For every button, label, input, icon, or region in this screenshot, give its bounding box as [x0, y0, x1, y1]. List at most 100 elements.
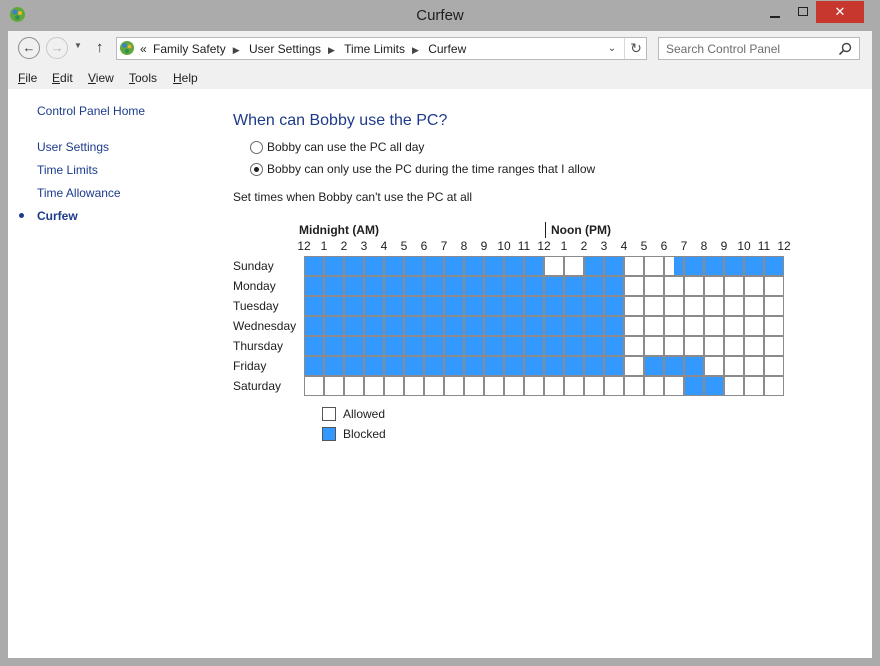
time-cell[interactable] [424, 376, 444, 396]
time-cell[interactable] [424, 336, 444, 356]
time-cell[interactable] [704, 276, 724, 296]
time-cell[interactable] [444, 316, 464, 336]
time-cell[interactable] [424, 256, 444, 276]
close-button[interactable]: ✕ [816, 1, 864, 23]
time-cell[interactable] [384, 256, 404, 276]
time-cell[interactable] [584, 256, 604, 276]
time-cell[interactable] [544, 296, 564, 316]
time-cell[interactable] [644, 376, 664, 396]
time-cell[interactable] [544, 336, 564, 356]
breadcrumb-chevron-icon[interactable]: ▶ [233, 45, 240, 55]
breadcrumb-overflow[interactable]: « [140, 42, 147, 56]
menu-file[interactable]: File [18, 71, 37, 85]
time-cell[interactable] [584, 376, 604, 396]
time-cell[interactable] [464, 336, 484, 356]
sidebar-control-panel-home[interactable]: Control Panel Home [37, 104, 145, 118]
time-cell[interactable] [444, 256, 464, 276]
radio-time-ranges[interactable] [250, 163, 263, 176]
time-cell[interactable] [564, 336, 584, 356]
time-cell[interactable] [604, 296, 624, 316]
time-cell[interactable] [344, 356, 364, 376]
time-cell[interactable] [304, 356, 324, 376]
time-cell[interactable] [724, 276, 744, 296]
time-cell[interactable] [544, 316, 564, 336]
time-cell[interactable] [304, 316, 324, 336]
time-cell[interactable] [344, 296, 364, 316]
time-cell[interactable] [684, 356, 704, 376]
refresh-button[interactable]: ↻ [624, 38, 647, 59]
time-cell[interactable] [584, 296, 604, 316]
time-cell[interactable] [344, 276, 364, 296]
time-cell[interactable] [624, 336, 644, 356]
breadcrumb-time-limits[interactable]: Time Limits [344, 42, 405, 56]
time-cell[interactable] [484, 336, 504, 356]
time-cell[interactable] [364, 296, 384, 316]
time-cell[interactable] [624, 316, 644, 336]
time-cell[interactable] [584, 336, 604, 356]
time-cell[interactable] [664, 336, 684, 356]
time-cell[interactable] [664, 356, 684, 376]
time-cell[interactable] [404, 336, 424, 356]
time-cell[interactable] [704, 296, 724, 316]
time-cell[interactable] [484, 356, 504, 376]
time-cell[interactable] [644, 336, 664, 356]
time-cell[interactable] [344, 256, 364, 276]
time-cell[interactable] [664, 316, 684, 336]
time-cell[interactable] [604, 276, 624, 296]
time-cell[interactable] [724, 336, 744, 356]
sidebar-item-time-limits[interactable]: Time Limits [37, 163, 98, 177]
time-cell[interactable] [324, 256, 344, 276]
time-cell[interactable] [404, 376, 424, 396]
time-cell[interactable] [524, 256, 544, 276]
time-cell[interactable] [324, 296, 344, 316]
time-cell[interactable] [464, 316, 484, 336]
time-cell[interactable] [304, 376, 324, 396]
time-cell[interactable] [684, 256, 704, 276]
time-cell[interactable] [484, 276, 504, 296]
time-cell[interactable] [684, 296, 704, 316]
time-cell[interactable] [624, 276, 644, 296]
breadcrumb-chevron-icon[interactable]: ▶ [328, 45, 335, 55]
time-cell[interactable] [744, 336, 764, 356]
breadcrumb-curfew[interactable]: Curfew [428, 42, 466, 56]
time-cell[interactable] [584, 356, 604, 376]
time-cell[interactable] [604, 336, 624, 356]
time-cell[interactable] [504, 336, 524, 356]
time-cell[interactable] [364, 376, 384, 396]
time-cell[interactable] [564, 356, 584, 376]
time-cell[interactable] [744, 376, 764, 396]
address-bar[interactable]: « Family Safety ▶ User Settings ▶ Time Lim… [116, 37, 647, 60]
time-cell[interactable] [344, 336, 364, 356]
back-button[interactable]: ← [18, 37, 40, 59]
time-cell[interactable] [684, 336, 704, 356]
time-cell[interactable] [564, 296, 584, 316]
search-icon[interactable] [837, 41, 853, 57]
time-cell[interactable] [304, 276, 324, 296]
menu-help[interactable]: Help [173, 71, 198, 85]
time-cell[interactable] [544, 276, 564, 296]
time-cell[interactable] [384, 356, 404, 376]
time-cell[interactable] [624, 296, 644, 316]
option-all-day-label[interactable]: Bobby can use the PC all day [267, 140, 424, 154]
time-cell[interactable] [644, 276, 664, 296]
time-cell[interactable] [704, 256, 724, 276]
time-cell[interactable] [464, 296, 484, 316]
time-cell[interactable] [444, 336, 464, 356]
time-cell[interactable] [484, 256, 504, 276]
time-cell[interactable] [724, 296, 744, 316]
breadcrumb-chevron-icon[interactable]: ▶ [412, 45, 419, 55]
time-cell[interactable] [644, 356, 664, 376]
time-cell[interactable] [364, 276, 384, 296]
time-cell[interactable] [504, 276, 524, 296]
time-cell[interactable] [344, 316, 364, 336]
time-cell[interactable] [324, 336, 344, 356]
time-cell[interactable] [664, 376, 684, 396]
time-cell[interactable] [424, 296, 444, 316]
time-cell[interactable] [424, 276, 444, 296]
time-cell[interactable] [704, 356, 724, 376]
time-cell[interactable] [464, 376, 484, 396]
time-cell[interactable] [764, 336, 784, 356]
time-cell[interactable] [624, 256, 644, 276]
time-cell[interactable] [684, 276, 704, 296]
time-cell[interactable] [504, 316, 524, 336]
